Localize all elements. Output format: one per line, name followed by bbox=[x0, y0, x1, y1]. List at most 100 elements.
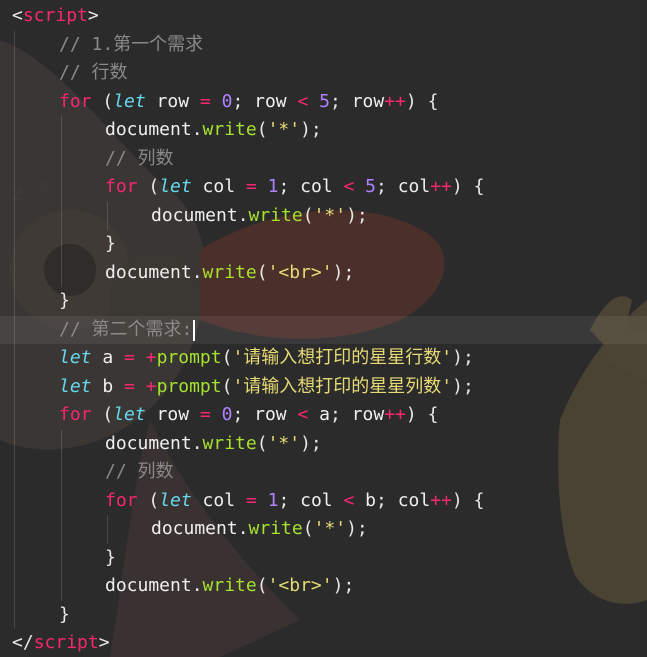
code-line[interactable]: } bbox=[0, 230, 647, 259]
token-ident: document bbox=[105, 432, 192, 454]
token-punct bbox=[354, 176, 365, 197]
code-line[interactable]: for (let col = 1; col < 5; col++) { bbox=[0, 173, 647, 202]
token-comment: // 第二个需求: bbox=[59, 318, 193, 340]
token-punct: ( bbox=[256, 432, 268, 454]
indent-guide bbox=[14, 116, 15, 145]
token-punct: } bbox=[105, 233, 116, 254]
indent-guide bbox=[14, 59, 15, 88]
code-text: // 列数 bbox=[105, 458, 174, 487]
code-text: for (let row = 0; row < a; row++) { bbox=[59, 401, 438, 430]
token-op: < bbox=[343, 489, 355, 511]
token-comment: // 行数 bbox=[59, 62, 128, 83]
token-num: 1 bbox=[267, 489, 279, 511]
token-string: '请输入想打印的星星列数' bbox=[232, 375, 453, 397]
code-line[interactable]: document.write('*'); bbox=[0, 201, 647, 230]
code-line[interactable]: document.write('*'); bbox=[0, 515, 647, 544]
token-ident: document bbox=[151, 204, 238, 226]
text-cursor bbox=[193, 319, 195, 341]
token-punct: ); bbox=[332, 575, 355, 596]
token-punct: ( bbox=[91, 90, 114, 112]
code-text: let b = +prompt('请输入想打印的星星列数'); bbox=[59, 373, 474, 402]
token-ident: col bbox=[397, 176, 431, 197]
token-punct: ; bbox=[232, 404, 255, 425]
code-text: </script> bbox=[12, 629, 110, 657]
token-punct: . bbox=[191, 261, 203, 283]
token-string: '<br>' bbox=[267, 575, 333, 596]
indent-guide bbox=[14, 486, 15, 515]
token-func: write bbox=[248, 204, 303, 226]
code-line[interactable]: // 列数 bbox=[0, 458, 647, 487]
code-line[interactable]: // 第二个需求: bbox=[0, 315, 647, 344]
code-text: } bbox=[59, 601, 70, 630]
token-storage: let bbox=[59, 375, 92, 397]
token-op: = bbox=[199, 90, 211, 112]
token-op: = bbox=[124, 375, 135, 397]
token-ident: col bbox=[191, 489, 246, 511]
code-line[interactable]: let a = +prompt('请输入想打印的星星行数'); bbox=[0, 344, 647, 373]
token-ident: row bbox=[254, 90, 298, 112]
token-tag: script bbox=[33, 632, 99, 653]
token-func: write bbox=[202, 432, 257, 454]
code-line[interactable]: document.write('*'); bbox=[0, 429, 647, 459]
token-op: = bbox=[199, 404, 211, 425]
token-punct: ); bbox=[332, 261, 355, 283]
indent-guide bbox=[14, 144, 15, 173]
code-line[interactable]: document.write('<br>'); bbox=[0, 572, 647, 601]
token-ident: b bbox=[91, 375, 125, 397]
token-punct: ; bbox=[376, 176, 398, 197]
token-punct: ; bbox=[278, 176, 301, 197]
token-ident: row bbox=[351, 90, 385, 112]
token-comment: // 列数 bbox=[105, 147, 174, 169]
code-line[interactable]: } bbox=[0, 600, 647, 630]
token-num: 5 bbox=[319, 90, 331, 112]
code-area[interactable]: <script>// 1.第一个需求 // 行数 for (let row = 0;… bbox=[0, 2, 647, 657]
indent-guide bbox=[14, 173, 15, 202]
code-line[interactable]: // 列数 bbox=[0, 144, 647, 173]
token-punct: ( bbox=[256, 119, 268, 140]
code-line[interactable]: <script> bbox=[0, 2, 647, 31]
token-punct: ( bbox=[256, 575, 268, 596]
token-punct bbox=[308, 91, 319, 112]
token-punct bbox=[257, 490, 268, 511]
token-ident: a bbox=[91, 347, 125, 368]
code-line[interactable]: for (let row = 0; row < 5; row++) { bbox=[0, 87, 647, 116]
code-line[interactable]: let b = +prompt('请输入想打印的星星列数'); bbox=[0, 372, 647, 402]
token-string: '*' bbox=[313, 518, 347, 539]
code-line[interactable]: for (let col = 1; col < b; col++) { bbox=[0, 486, 647, 516]
token-storage: let bbox=[113, 90, 146, 112]
indent-guide bbox=[14, 258, 15, 287]
code-text: document.write('*'); bbox=[105, 430, 322, 459]
code-text: for (let col = 1; col < b; col++) { bbox=[105, 487, 484, 516]
code-line[interactable]: for (let row = 0; row < a; row++) { bbox=[0, 401, 647, 430]
code-editor[interactable]: z z <script>// 1.第一个需求// 行数 for (let row … bbox=[0, 0, 647, 657]
token-op: ++ bbox=[384, 404, 406, 425]
code-line[interactable]: document.write('*'); bbox=[0, 116, 647, 145]
indent-guide bbox=[61, 173, 62, 202]
token-punct: . bbox=[191, 575, 203, 596]
token-punct: ) { bbox=[451, 176, 485, 197]
token-punct: </ bbox=[12, 632, 34, 653]
token-punct: ); bbox=[346, 204, 368, 226]
token-op: + bbox=[145, 375, 157, 397]
code-line[interactable]: </script> bbox=[0, 629, 647, 657]
indent-guide bbox=[14, 230, 15, 259]
token-func: prompt bbox=[156, 347, 222, 368]
token-punct bbox=[211, 404, 222, 425]
indent-guide bbox=[61, 486, 62, 515]
code-line[interactable]: // 1.第一个需求 bbox=[0, 30, 647, 59]
indent-guide bbox=[61, 515, 62, 544]
token-ident: b bbox=[365, 489, 377, 511]
token-punct: } bbox=[59, 603, 70, 625]
code-line[interactable]: // 行数 bbox=[0, 59, 647, 88]
code-line[interactable]: document.write('<br>'); bbox=[0, 258, 647, 287]
indent-guide bbox=[14, 600, 15, 629]
token-punct: < bbox=[12, 5, 23, 26]
token-string: '请输入想打印的星星行数' bbox=[232, 347, 453, 368]
indent-guide bbox=[14, 315, 15, 344]
token-ident: col bbox=[300, 489, 344, 511]
token-func: prompt bbox=[156, 375, 222, 397]
token-punct: ); bbox=[346, 518, 368, 539]
code-line[interactable]: } bbox=[0, 287, 647, 316]
code-line[interactable]: } bbox=[0, 543, 647, 572]
token-punct: ; bbox=[330, 90, 352, 112]
